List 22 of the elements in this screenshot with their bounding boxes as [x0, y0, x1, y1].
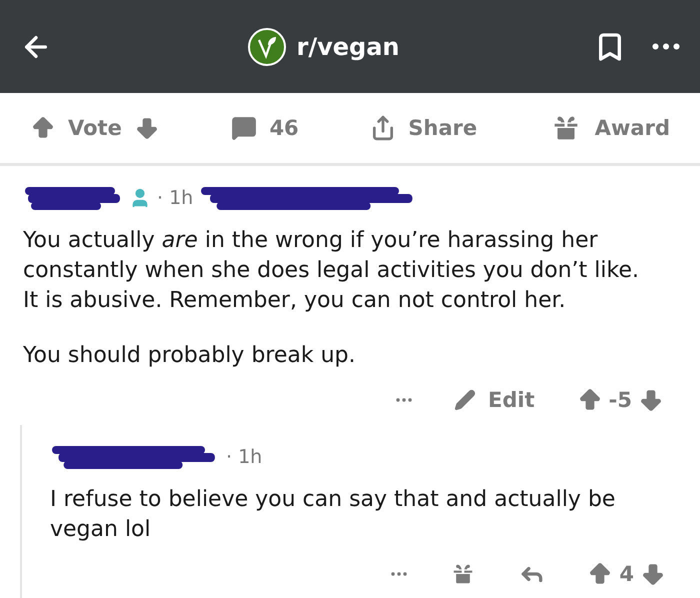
- upvote-icon: [30, 115, 56, 141]
- more-icon: [391, 572, 408, 576]
- more-icon: [396, 398, 412, 402]
- more-button[interactable]: [394, 396, 414, 404]
- comment-time: · 1h: [226, 446, 262, 468]
- pencil-icon: [454, 389, 476, 411]
- comment-text: You should probably break up.: [23, 342, 356, 370]
- more-icon: [652, 43, 680, 50]
- subreddit-name: r/vegan: [296, 32, 400, 60]
- award-button[interactable]: Award: [544, 107, 674, 149]
- comment-icon: [231, 115, 258, 141]
- comments-button[interactable]: 46: [227, 111, 303, 145]
- subreddit-logo-icon: [246, 26, 286, 66]
- share-button[interactable]: Share: [366, 111, 482, 145]
- vote-count: -5: [608, 388, 632, 412]
- edit-button[interactable]: Edit: [452, 386, 537, 414]
- comment-time: · 1h: [157, 187, 194, 209]
- comment-text: You actually are in the wrong if you’re harassing her constantly when she does legal activities you don’t like. It is abusive. Remember, you can not control her.: [23, 227, 640, 315]
- more-button[interactable]: [389, 570, 410, 578]
- vote-button[interactable]: Vote: [26, 111, 164, 145]
- comment-text: I refuse to believe you can say that and actually be vegan lol: [50, 486, 616, 544]
- vote-count: 4: [619, 562, 634, 586]
